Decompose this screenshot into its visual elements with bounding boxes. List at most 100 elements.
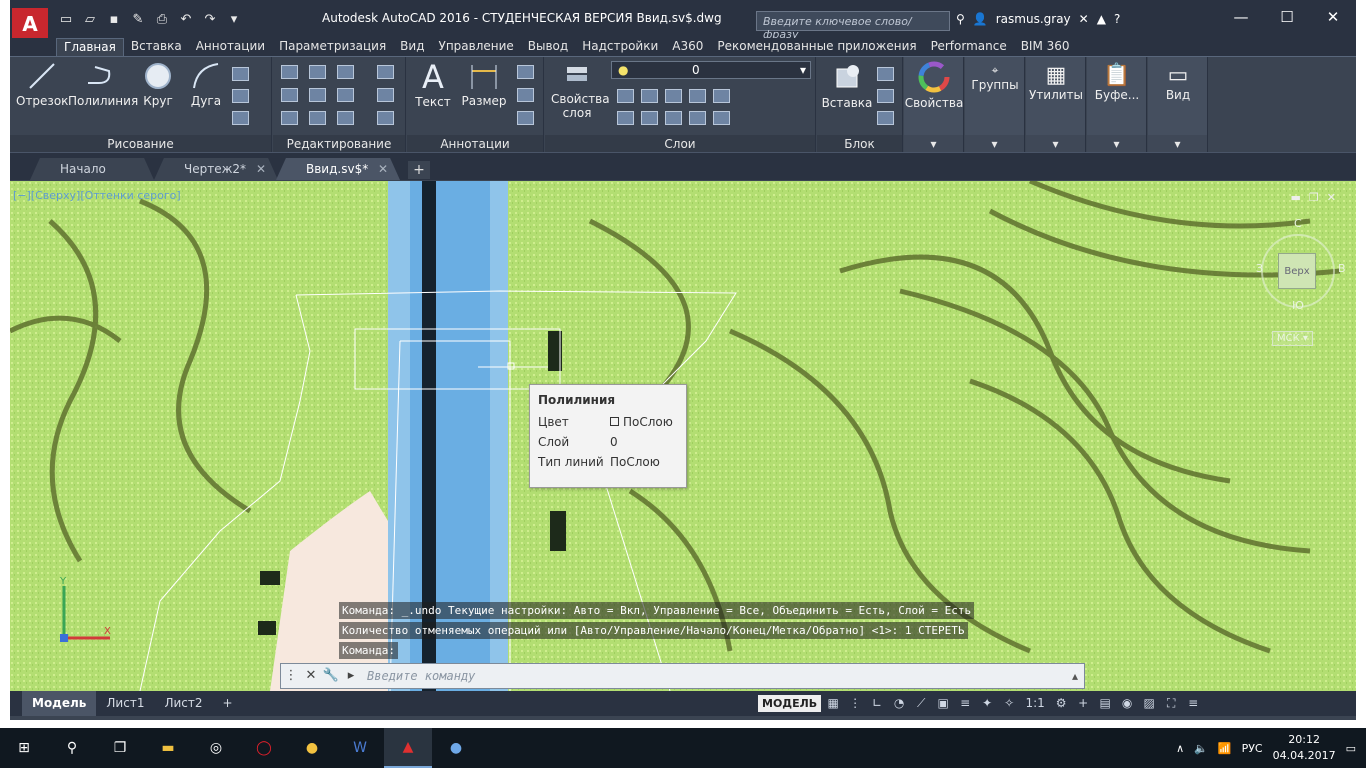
viewport-controls-label[interactable]: [−][Сверху][Оттенки серого] [13,189,181,202]
viewcube-top-face[interactable]: Верх [1278,253,1316,289]
drawing-viewport[interactable]: [−][Сверху][Оттенки серого] ▬ ❐ ✕ С З В … [10,181,1356,691]
search-input[interactable]: Введите ключевое слово/фразу [756,11,950,41]
modify-panel-title[interactable]: Редактирование [273,135,405,153]
close-tab-icon[interactable]: ✕ [378,158,388,180]
snap-icon[interactable]: ⋮ [845,693,865,713]
a360-icon[interactable]: ▲ [1097,12,1106,26]
redo-icon[interactable]: ↷ [202,12,218,27]
undo-icon[interactable]: ↶ [178,12,194,27]
tab-parametric[interactable]: Параметризация [272,38,393,56]
command-line-grip-icon[interactable]: ⋮ [281,664,301,688]
isodraft-icon[interactable]: ⟋ [911,693,931,713]
ortho-icon[interactable]: ∟ [867,693,887,713]
utilities-panel[interactable]: ▦ Утилиты ▾ [1026,57,1086,153]
tab-view[interactable]: Вид [393,38,431,56]
taskbar-google-earth[interactable]: ● [432,728,480,768]
compass-north[interactable]: С [1294,217,1302,230]
task-view-button[interactable]: ❐ [96,728,144,768]
tray-chevron-icon[interactable]: ∧ [1176,742,1184,755]
command-prompt-icon[interactable]: ▸ [341,664,361,688]
offset-icon[interactable] [377,111,394,125]
create-block-icon[interactable] [877,67,894,81]
customize-menu-icon[interactable]: ≡ [1183,693,1203,713]
add-icon[interactable]: + [1073,693,1093,713]
add-layout-button[interactable]: + [213,691,243,716]
layer-tool-6-icon[interactable] [617,111,634,125]
leader-icon[interactable] [517,88,534,102]
command-input[interactable]: Введите команду [367,669,475,683]
volume-icon[interactable]: 🔈 [1194,742,1208,755]
application-menu-button[interactable]: A [12,8,48,40]
rotate-icon[interactable] [309,65,326,79]
workspace-gear-icon[interactable]: ⚙ [1051,693,1071,713]
insert-block-button[interactable]: Вставка [821,61,873,110]
utilities-expand-icon[interactable]: ▾ [1026,135,1085,153]
start-button[interactable]: ⊞ [0,728,48,768]
viewport-minimize-icon[interactable]: ▬ [1291,191,1301,204]
line-button[interactable]: Отрезок [16,61,68,108]
minimize-button[interactable]: — [1218,0,1264,34]
groups-button[interactable]: ⌖ Группы [965,63,1025,92]
layout-tab-model[interactable]: Модель [22,691,97,716]
polar-icon[interactable]: ◔ [889,693,909,713]
draw-panel-title[interactable]: Рисование [10,135,271,153]
grid-icon[interactable]: ▦ [823,693,843,713]
rectangle-icon[interactable] [232,67,249,81]
properties-panel[interactable]: Свойства ▾ [904,57,964,153]
groups-panel[interactable]: ⌖ Группы ▾ [965,57,1025,153]
save-as-icon[interactable]: ✎ [130,12,146,27]
tab-addins[interactable]: Надстройки [575,38,665,56]
open-icon[interactable]: ▱ [82,12,98,27]
fullscreen-icon[interactable]: ⛶ [1161,693,1181,713]
view-panel[interactable]: ▭ Вид ▾ [1148,57,1208,153]
layer-tool-1-icon[interactable] [617,89,634,103]
compass-east[interactable]: В [1338,262,1346,275]
layer-tool-8-icon[interactable] [665,111,682,125]
exchange-icon[interactable]: ✕ [1079,12,1089,26]
compass-south[interactable]: Ю [1292,299,1304,312]
command-close-icon[interactable]: ✕ [301,664,321,688]
qat-dropdown-icon[interactable]: ▾ [226,12,242,27]
clock[interactable]: 20:12 04.04.2017 [1273,732,1336,764]
hardware-accel-icon[interactable]: ▨ [1139,693,1159,713]
binoculars-icon[interactable]: ⚲ [956,12,965,26]
close-button[interactable]: ✕ [1310,0,1356,34]
language-indicator[interactable]: РУС [1242,742,1263,755]
layers-panel-title[interactable]: Слои [545,135,815,153]
units-icon[interactable]: ▤ [1095,693,1115,713]
tab-home[interactable]: Главная [56,38,124,56]
layout-tab-sheet2[interactable]: Лист2 [154,691,212,716]
tab-manage[interactable]: Управление [432,38,521,56]
table-icon[interactable] [517,111,534,125]
polyline-button[interactable]: Полилиния [68,61,138,108]
tab-output[interactable]: Вывод [521,38,575,56]
stretch-icon[interactable] [281,111,298,125]
doc-tab-active[interactable]: Ввид.sv$* ✕ [276,158,400,180]
layer-tool-7-icon[interactable] [641,111,658,125]
move-icon[interactable] [281,65,298,79]
arc-button[interactable]: Дуга [186,61,226,108]
trim-icon[interactable] [337,65,354,79]
taskbar-word[interactable]: W [336,728,384,768]
tab-annotate[interactable]: Аннотации [189,38,272,56]
new-icon[interactable]: ▭ [58,12,74,27]
edit-attributes-icon[interactable] [877,111,894,125]
network-icon[interactable]: 📶 [1218,742,1232,755]
tab-insert[interactable]: Вставка [124,38,189,56]
edit-block-icon[interactable] [877,89,894,103]
clipboard-panel[interactable]: 📋 Буфе... ▾ [1087,57,1147,153]
taskbar-autocad[interactable]: ▲ [384,728,432,768]
layer-tool-2-icon[interactable] [641,89,658,103]
view-expand-icon[interactable]: ▾ [1148,135,1207,153]
groups-expand-icon[interactable]: ▾ [965,135,1024,153]
viewport-restore-icon[interactable]: ❐ [1309,191,1319,204]
taskbar-chrome[interactable]: ● [288,728,336,768]
layer-tool-3-icon[interactable] [665,89,682,103]
circle-button[interactable]: Круг [138,61,178,108]
command-customize-icon[interactable]: 🔧 [321,664,341,688]
ucs-menu[interactable]: МСК ▾ [1272,331,1313,346]
view-button[interactable]: ▭ Вид [1148,63,1208,102]
compass-west[interactable]: З [1256,262,1263,275]
linear-dim-icon[interactable] [517,65,534,79]
doc-tab-drawing2[interactable]: Чертеж2* ✕ [154,158,278,180]
